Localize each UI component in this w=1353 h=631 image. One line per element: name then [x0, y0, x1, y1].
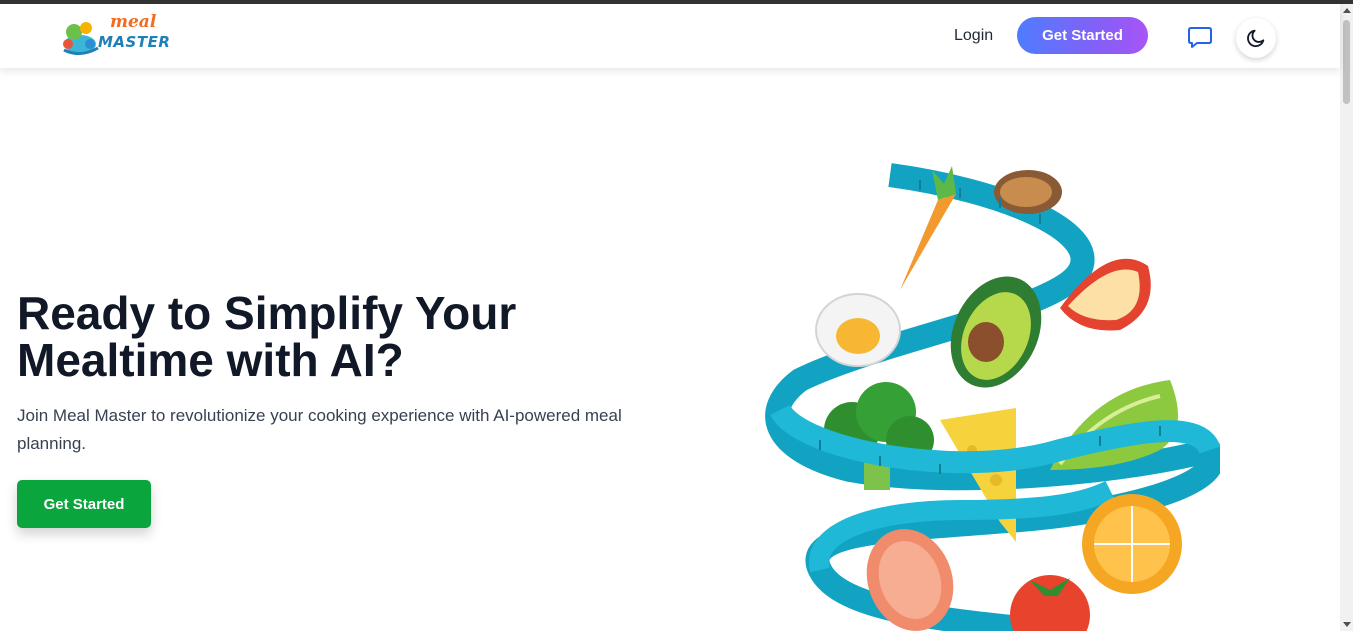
login-link[interactable]: Login — [954, 27, 993, 45]
scroll-down-arrow-icon[interactable] — [1343, 622, 1351, 627]
scroll-up-arrow-icon[interactable] — [1343, 8, 1351, 13]
page-scrollbar[interactable] — [1340, 4, 1353, 631]
chat-button[interactable] — [1186, 24, 1214, 50]
moon-icon — [1247, 29, 1265, 48]
nav-get-started-button[interactable]: Get Started — [1017, 17, 1148, 54]
hero-subtitle: Join Meal Master to revolutionize your c… — [17, 406, 622, 453]
navbar: meal MASTER Login Get Started — [0, 4, 1340, 68]
hero-get-started-button[interactable]: Get Started — [17, 480, 151, 528]
chat-bubble-icon — [1188, 27, 1212, 48]
scrollbar-thumb[interactable] — [1343, 20, 1350, 104]
hero-illustration — [760, 150, 1225, 631]
logo-word-master: MASTER — [98, 33, 171, 51]
brand-logo[interactable]: meal MASTER — [60, 12, 170, 60]
theme-toggle-button[interactable] — [1236, 18, 1276, 58]
logo-word-meal: meal — [110, 12, 157, 32]
healthy-food-measuring-tape-illustration — [765, 163, 1225, 631]
hero-title: Ready to Simplify Your Mealtime with AI? — [17, 287, 517, 386]
